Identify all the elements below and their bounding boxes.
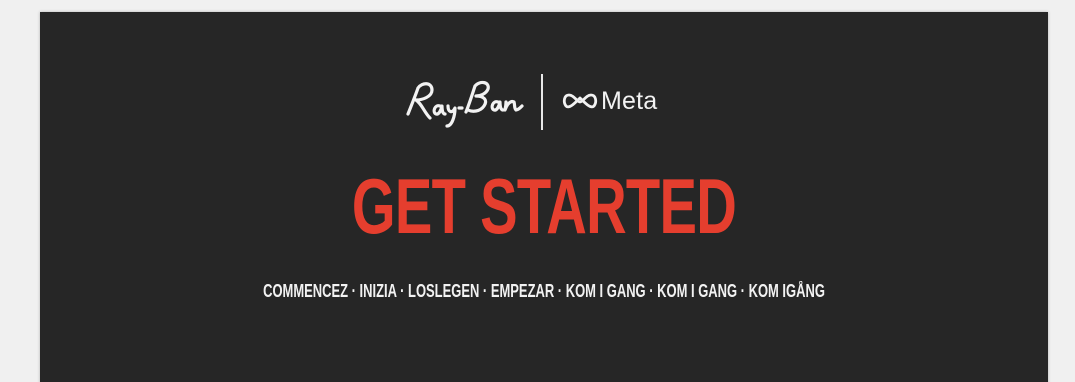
rayban-logo xyxy=(406,80,524,128)
page: Meta GET STARTED COMMENCEZ · INIZIA · LO… xyxy=(0,0,1075,382)
infinity-meta-icon xyxy=(562,93,598,109)
headline: GET STARTED xyxy=(351,162,737,250)
promo-card: Meta GET STARTED COMMENCEZ · INIZIA · LO… xyxy=(40,12,1048,382)
meta-wordmark: Meta xyxy=(601,86,658,115)
logo-divider xyxy=(541,74,543,130)
meta-logo: Meta xyxy=(562,86,657,116)
multilingual-subheadline: COMMENCEZ · INIZIA · LOSLEGEN · EMPEZAR … xyxy=(263,281,825,301)
brand-logos: Meta xyxy=(40,74,1048,134)
